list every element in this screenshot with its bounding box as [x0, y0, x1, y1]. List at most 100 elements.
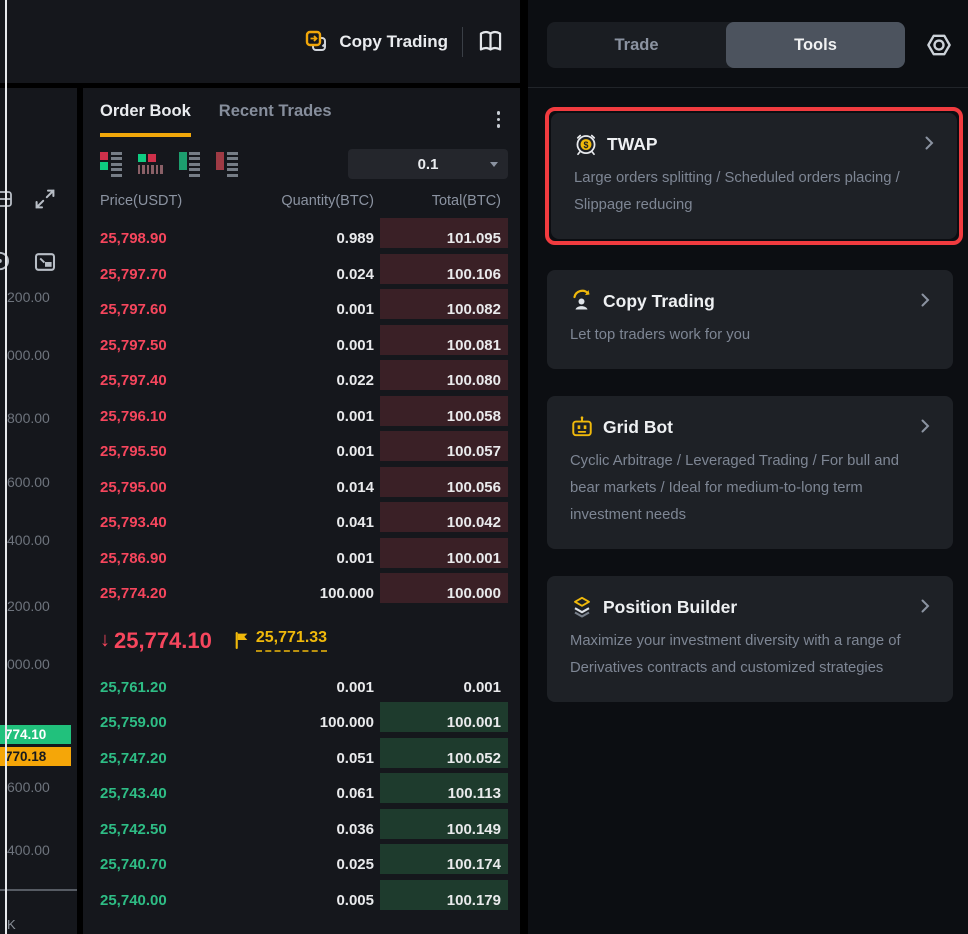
ask-rows: 25,798.900.989101.09525,797.700.024100.1…: [83, 221, 520, 612]
price-axis-label: 400.00: [7, 532, 50, 548]
chevron-right-icon: [916, 291, 934, 309]
price-tag-icon[interactable]: [0, 249, 14, 273]
expand-icon[interactable]: [33, 187, 57, 211]
tab-tools[interactable]: Tools: [726, 22, 905, 68]
price-cell: 25,761.20: [100, 679, 256, 696]
topbar-divider: [462, 27, 463, 57]
grid-bot-icon: [570, 415, 594, 439]
total-cell: 100.179: [374, 892, 508, 909]
card-title: TWAP: [607, 134, 658, 155]
price-cell: 25,774.20: [100, 585, 256, 602]
bid-row[interactable]: 25,761.200.0010.001: [83, 670, 520, 706]
chart-price-axis: 200.00000.00800.00600.00400.00200.00000.…: [0, 88, 77, 934]
price-cell: 25,797.50: [100, 337, 256, 354]
chevron-down-icon: [490, 162, 498, 167]
orderbook-more-menu-icon[interactable]: [493, 107, 505, 132]
col-total: Total(BTC): [432, 193, 508, 209]
left-region: Copy Trading: [0, 0, 520, 934]
card-twap[interactable]: $ TWAP Large orders splitting / Schedule…: [551, 113, 957, 239]
price-cell: 25,797.70: [100, 266, 256, 283]
ask-row[interactable]: 25,786.900.001100.001: [83, 541, 520, 577]
quantity-cell: 0.001: [256, 679, 374, 696]
quantity-cell: 0.061: [256, 785, 374, 802]
mark-price[interactable]: 25,771.33: [234, 629, 327, 652]
last-price-axis-badge: 774.10: [0, 725, 71, 744]
twap-clock-icon: $: [574, 132, 598, 156]
ask-row[interactable]: 25,793.400.041100.042: [83, 505, 520, 541]
card-position-builder[interactable]: Position Builder Maximize your investmen…: [547, 576, 953, 702]
card-copy-trading[interactable]: Copy Trading Let top traders work for yo…: [547, 270, 953, 369]
ask-row[interactable]: 25,798.900.989101.095: [83, 221, 520, 257]
quantity-cell: 100.000: [256, 585, 374, 602]
card-title: Grid Bot: [603, 417, 673, 438]
total-cell: 100.113: [374, 785, 508, 802]
quantity-cell: 0.001: [256, 443, 374, 460]
ask-row[interactable]: 25,797.600.001100.082: [83, 292, 520, 328]
orderbook-layout-bids-icon[interactable]: [179, 152, 201, 177]
price-cell: 25,795.00: [100, 479, 256, 496]
price-axis-label: 600.00: [7, 474, 50, 490]
tab-trade[interactable]: Trade: [547, 22, 726, 68]
orderbook-layout-switcher: [100, 152, 238, 177]
price-cell: 25,795.50: [100, 443, 256, 460]
mark-price-axis-badge: 770.18: [0, 747, 71, 766]
ask-row[interactable]: 25,797.400.022100.080: [83, 363, 520, 399]
open-book-icon[interactable]: [477, 28, 504, 55]
topbar: Copy Trading: [0, 0, 520, 83]
precision-dropdown[interactable]: 0.1: [348, 149, 508, 179]
price-cell: 25,742.50: [100, 821, 256, 838]
price-cell: 25,743.40: [100, 785, 256, 802]
orderbook-layout-depth-icon[interactable]: [138, 154, 163, 174]
chart-settings-icon[interactable]: [0, 188, 14, 210]
copy-trading-label: Copy Trading: [339, 32, 448, 52]
last-price[interactable]: ↓ 25,774.10: [100, 628, 212, 654]
total-cell: 100.001: [374, 550, 508, 567]
price-axis-label: 800.00: [7, 410, 50, 426]
total-cell: 100.058: [374, 408, 508, 425]
bid-row[interactable]: 25,747.200.051100.052: [83, 741, 520, 777]
picture-in-picture-icon[interactable]: [33, 250, 57, 274]
orderbook-layout-default-icon[interactable]: [100, 152, 122, 177]
copy-trading-card-icon: [570, 289, 594, 313]
price-cell: 25,740.70: [100, 856, 256, 873]
total-cell: 0.001: [374, 679, 508, 696]
settings-gear-icon[interactable]: [924, 30, 954, 60]
quantity-cell: 0.051: [256, 750, 374, 767]
tab-order-book[interactable]: Order Book: [100, 102, 191, 137]
col-price: Price(USDT): [100, 193, 256, 209]
quantity-cell: 0.014: [256, 479, 374, 496]
bid-row[interactable]: 25,740.700.025100.174: [83, 847, 520, 883]
ask-row[interactable]: 25,795.500.001100.057: [83, 434, 520, 470]
quantity-cell: 0.036: [256, 821, 374, 838]
total-cell: 100.149: [374, 821, 508, 838]
chevron-right-icon: [916, 417, 934, 435]
ask-row[interactable]: 25,797.700.024100.106: [83, 257, 520, 293]
total-cell: 100.057: [374, 443, 508, 460]
ask-row[interactable]: 25,796.100.001100.058: [83, 399, 520, 435]
price-cell: 25,796.10: [100, 408, 256, 425]
total-cell: 100.001: [374, 714, 508, 731]
price-axis-label: 600.00: [7, 779, 50, 795]
orderbook-layout-asks-icon[interactable]: [216, 152, 238, 177]
quantity-cell: 0.989: [256, 230, 374, 247]
total-cell: 100.082: [374, 301, 508, 318]
chevron-right-icon: [920, 134, 938, 152]
total-cell: 100.106: [374, 266, 508, 283]
ask-row[interactable]: 25,774.20100.000100.000: [83, 576, 520, 612]
ask-row[interactable]: 25,795.000.014100.056: [83, 470, 520, 506]
quantity-cell: 100.000: [256, 714, 374, 731]
ask-row[interactable]: 25,797.500.001100.081: [83, 328, 520, 364]
quantity-cell: 0.024: [256, 266, 374, 283]
bid-row[interactable]: 25,740.000.005100.179: [83, 883, 520, 919]
card-grid-bot[interactable]: Grid Bot Cyclic Arbitrage / Leveraged Tr…: [547, 396, 953, 549]
price-axis-label: 000.00: [7, 656, 50, 672]
total-cell: 100.056: [374, 479, 508, 496]
bid-row[interactable]: 25,742.500.036100.149: [83, 812, 520, 848]
tab-recent-trades[interactable]: Recent Trades: [219, 102, 332, 137]
bid-row[interactable]: 25,743.400.061100.113: [83, 776, 520, 812]
card-description: Large orders splitting / Scheduled order…: [574, 165, 934, 219]
copy-trading-button[interactable]: Copy Trading: [305, 30, 448, 54]
bid-rows: 25,761.200.0010.00125,759.00100.000100.0…: [83, 670, 520, 919]
price-cell: 25,786.90: [100, 550, 256, 567]
bid-row[interactable]: 25,759.00100.000100.001: [83, 705, 520, 741]
